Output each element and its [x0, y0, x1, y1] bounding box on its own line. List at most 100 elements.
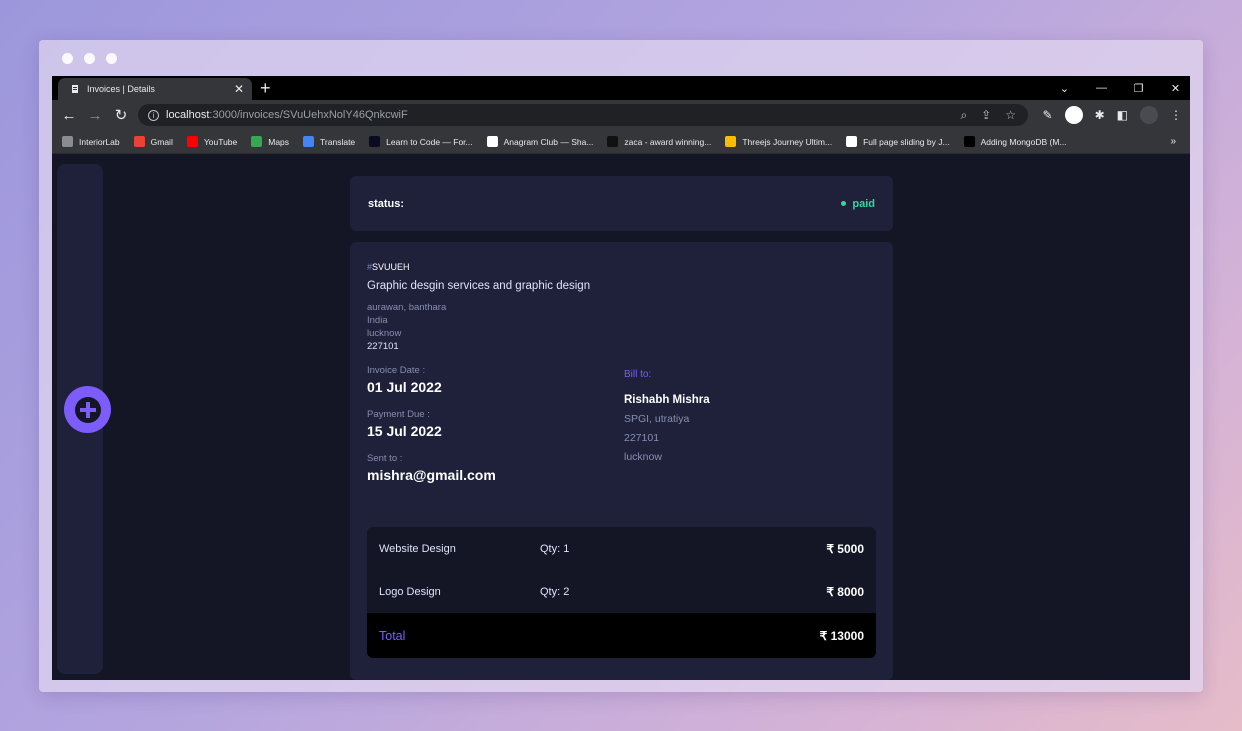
- bookmark-label: Adding MongoDB (M...: [980, 136, 1067, 147]
- client-zip: 227101: [624, 432, 660, 444]
- app-page: status: paid #SVUUEH Graphic desgin serv…: [52, 154, 1190, 680]
- browser-toolbar: ← → ↻ i localhost:3000/invoices/SVuUehxN…: [52, 100, 1190, 130]
- bookmark-item[interactable]: Translate: [303, 136, 355, 147]
- invoice-dates: Invoice Date : 01 Jul 2022 Payment Due :…: [367, 365, 496, 497]
- item-qty: Qty: 1: [540, 542, 570, 555]
- bookmark-label: Gmail: [150, 136, 173, 147]
- bookmark-item[interactable]: Threejs Journey Ultim...: [725, 136, 832, 147]
- invoice-id-value: SVUUEH: [372, 262, 410, 272]
- close-dot-icon[interactable]: [62, 53, 73, 64]
- dev-icon: [963, 136, 975, 147]
- total-row: Total ₹ 13000: [367, 613, 876, 658]
- sender-address: aurawan, banthara India lucknow 227101: [367, 301, 876, 353]
- globe-icon: [62, 136, 73, 147]
- client-street: SPGI, utratiya: [624, 413, 690, 425]
- status-label: status:: [368, 197, 405, 210]
- profile-avatar[interactable]: [1064, 106, 1083, 124]
- item-price: ₹ 8000: [826, 584, 864, 599]
- site-info-icon[interactable]: i: [148, 109, 159, 121]
- restore-icon[interactable]: ❐: [1132, 82, 1145, 95]
- bookmark-item[interactable]: Full page sliding by J...: [846, 136, 950, 147]
- url-path: :3000/invoices/SVuUehxNolY46QnkcwiF: [209, 109, 408, 121]
- anagram-icon: [486, 136, 498, 147]
- add-invoice-button[interactable]: [64, 386, 111, 433]
- sent-to-email: mishra@gmail.com: [367, 467, 496, 483]
- sender-zip: 227101: [367, 341, 399, 352]
- sent-to-block: Sent to : mishra@gmail.com: [367, 453, 496, 483]
- close-window-icon[interactable]: ✕: [1169, 82, 1182, 95]
- bill-to-label: Bill to:: [624, 369, 652, 380]
- status-dot-icon: [841, 201, 847, 206]
- minimize-dot-icon[interactable]: [84, 53, 95, 64]
- bookmark-label: YouTube: [203, 136, 238, 147]
- invoice-items-table: Website Design Qty: 1 ₹ 5000 Logo Design…: [367, 527, 876, 658]
- account-avatar[interactable]: [1140, 106, 1158, 124]
- status-badge: paid: [841, 198, 875, 210]
- invoice-detail-card: #SVUUEH Graphic desgin services and grap…: [350, 242, 893, 680]
- tab-invoice-details[interactable]: Invoices | Details ✕: [58, 78, 252, 100]
- maps-icon: [251, 136, 263, 147]
- maximize-dot-icon[interactable]: [106, 53, 117, 64]
- bookmark-label: Threejs Journey Ultim...: [742, 136, 833, 147]
- freecodecamp-icon: [369, 136, 381, 147]
- bookmark-label: zaca - award winning...: [624, 136, 712, 147]
- side-panel-icon[interactable]: ◧: [1117, 108, 1128, 122]
- forward-icon[interactable]: →: [82, 107, 108, 124]
- bill-to-block: Bill to: Rishabh Mishra SPGI, utratiya 2…: [624, 365, 710, 463]
- status-card: status: paid: [350, 176, 893, 231]
- invoice-description: Graphic desgin services and graphic desi…: [367, 280, 591, 292]
- bookmark-item[interactable]: zaca - award winning...: [607, 136, 711, 147]
- codepen-icon: [846, 136, 858, 147]
- sender-country: India: [367, 315, 388, 326]
- address-bar[interactable]: i localhost:3000/invoices/SVuUehxNolY46Q…: [138, 104, 1028, 126]
- sender-street: aurawan, banthara: [367, 302, 447, 313]
- extensions-puzzle-icon[interactable]: ✱: [1095, 108, 1105, 122]
- menu-kebab-icon[interactable]: ⋮: [1170, 108, 1182, 122]
- zaca-icon: [607, 136, 619, 147]
- invoice-date: 01 Jul 2022: [367, 379, 442, 395]
- chevron-down-icon[interactable]: ⌄: [1058, 82, 1071, 95]
- bookmark-item[interactable]: Anagram Club — Sha...: [486, 136, 594, 147]
- invoice-id: #SVUUEH: [367, 262, 876, 272]
- bookmark-label: Maps: [268, 136, 290, 147]
- item-row: Website Design Qty: 1 ₹ 5000: [367, 527, 876, 570]
- item-name: Website Design: [379, 542, 456, 555]
- client-city: lucknow: [624, 451, 662, 463]
- sender-city: lucknow: [367, 328, 402, 339]
- tab-bar: Invoices | Details ✕ + ⌄ — ❐ ✕: [52, 76, 1190, 100]
- total-amount: ₹ 13000: [819, 628, 864, 643]
- bookmark-item[interactable]: YouTube: [186, 136, 238, 147]
- bookmark-label: Learn to Code — For...: [386, 136, 473, 147]
- minimize-icon[interactable]: —: [1095, 82, 1108, 94]
- toolbar-right: ✎ ✱ ◧ ⋮: [1043, 100, 1182, 130]
- bookmark-label: Full page sliding by J...: [863, 136, 950, 147]
- url-host: localhost: [166, 109, 210, 121]
- bookmark-item[interactable]: Adding MongoDB (M...: [963, 136, 1067, 147]
- bookmark-star-icon[interactable]: ☆: [1005, 108, 1016, 123]
- item-qty: Qty: 2: [540, 585, 570, 598]
- bookmark-item[interactable]: Gmail: [133, 136, 173, 147]
- item-row: Logo Design Qty: 2 ₹ 8000: [367, 570, 876, 613]
- bookmark-item[interactable]: Learn to Code — For...: [369, 136, 473, 147]
- bookmark-label: Anagram Club — Sha...: [503, 136, 594, 147]
- zoom-icon[interactable]: ⌕: [960, 108, 967, 123]
- back-icon[interactable]: ←: [56, 107, 82, 124]
- translate-icon: [303, 136, 315, 147]
- close-tab-icon[interactable]: ✕: [234, 83, 244, 95]
- status-value: paid: [852, 197, 875, 210]
- new-tab-icon[interactable]: +: [260, 77, 271, 99]
- share-icon[interactable]: ⇪: [981, 108, 991, 123]
- payment-due: 15 Jul 2022: [367, 423, 442, 439]
- bookmarks-overflow-icon[interactable]: »: [1170, 130, 1176, 154]
- bookmarks-bar: InteriorLab Gmail YouTube Maps Translate Lear…: [52, 130, 1190, 154]
- invoice-date-label: Invoice Date :: [367, 365, 426, 376]
- bookmark-item[interactable]: Maps: [251, 136, 289, 147]
- pen-extension-icon[interactable]: ✎: [1043, 108, 1053, 122]
- invoice-meta: Invoice Date : 01 Jul 2022 Payment Due :…: [367, 365, 876, 515]
- item-price: ₹ 5000: [826, 541, 864, 556]
- plus-icon: [74, 396, 101, 423]
- reload-icon[interactable]: ↻: [108, 106, 134, 124]
- gmail-icon: [133, 136, 145, 147]
- bookmark-item[interactable]: InteriorLab: [62, 136, 120, 147]
- bookmark-label: Translate: [320, 136, 356, 147]
